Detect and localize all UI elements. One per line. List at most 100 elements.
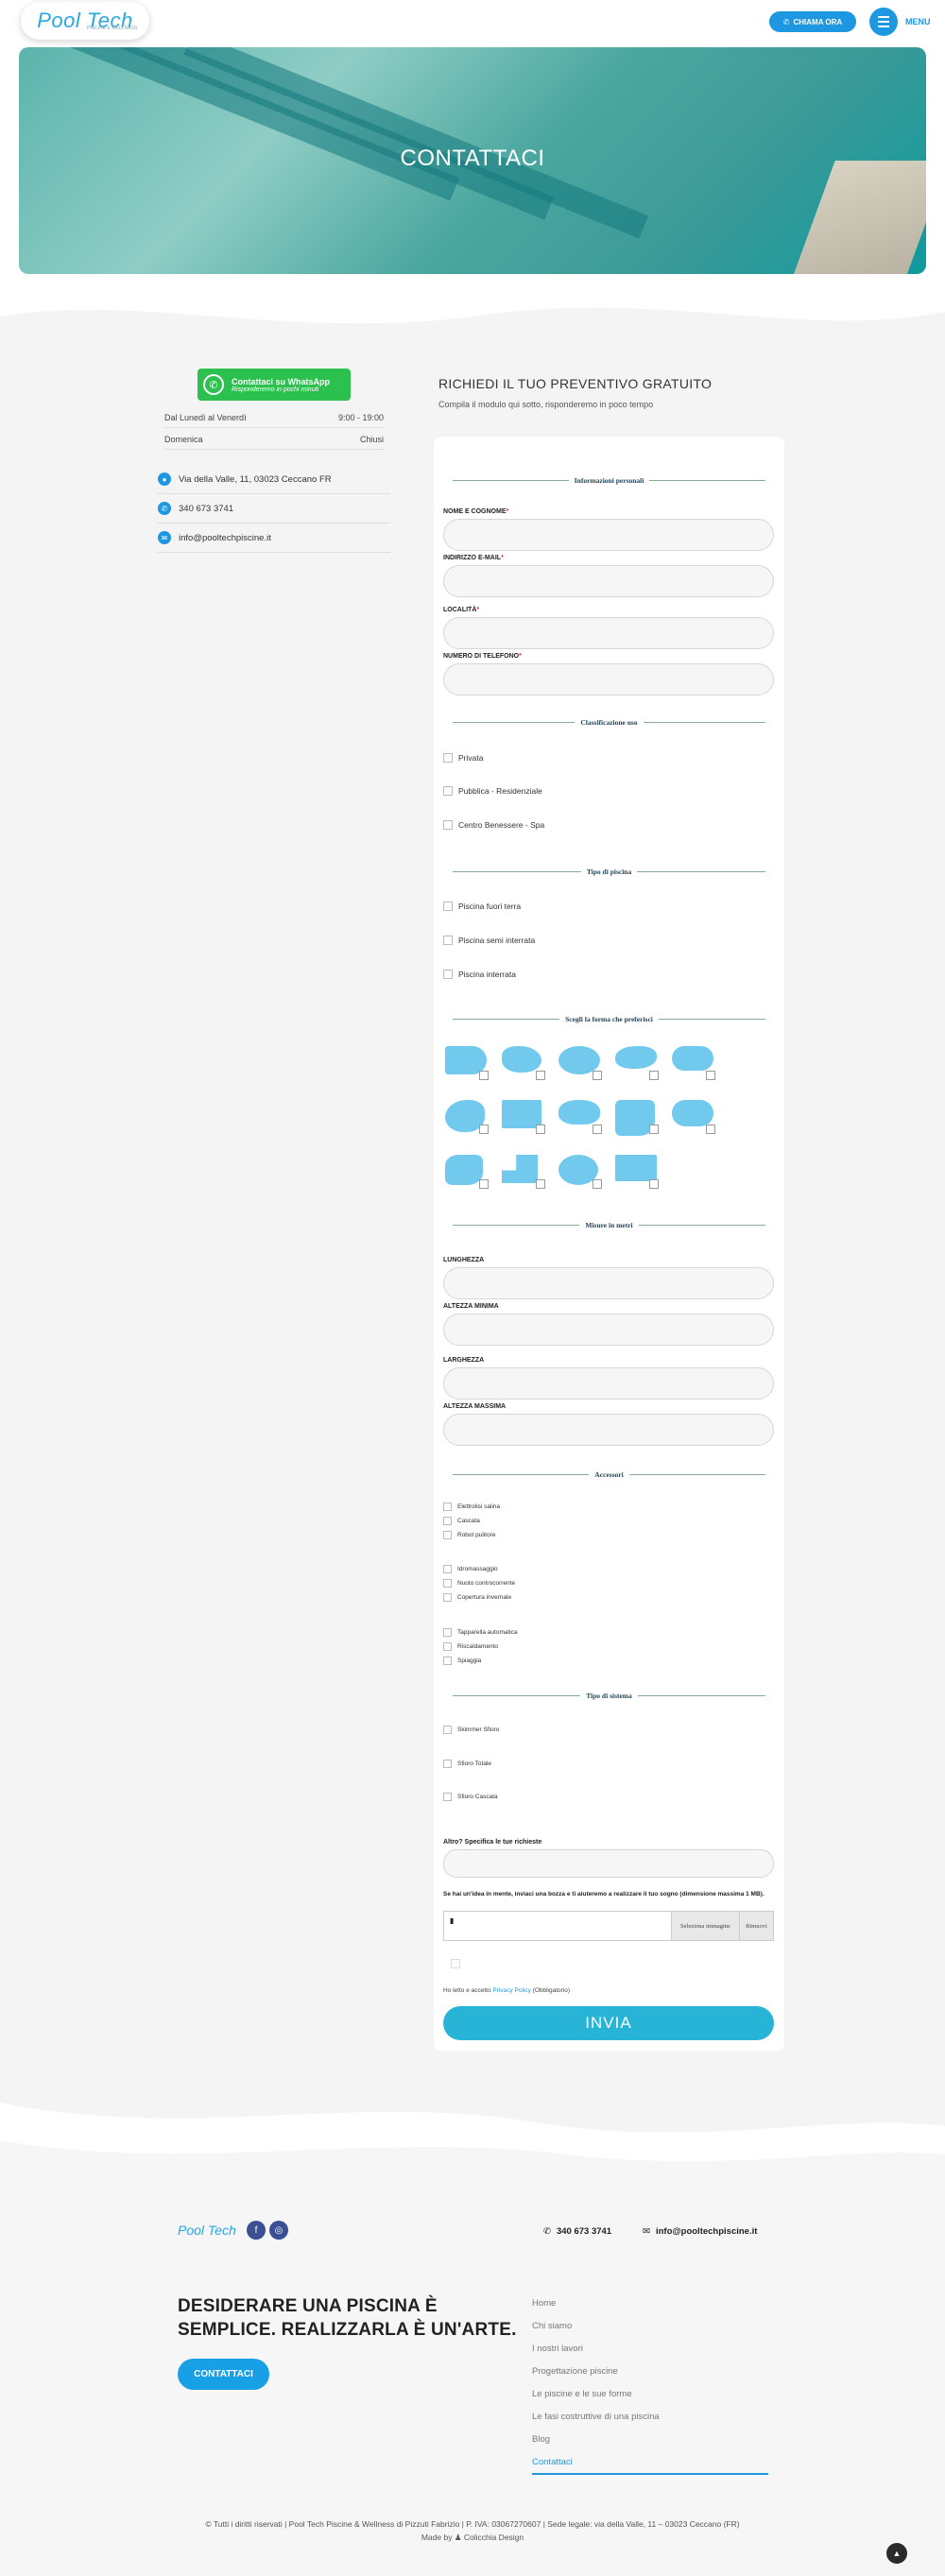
shape-option[interactable] (615, 1100, 659, 1136)
site-header: Pool Tech PISCINE & WELLNESS ✆ CHIAMA OR… (0, 0, 945, 45)
use-option[interactable]: Privata (443, 753, 483, 763)
footer-phone[interactable]: ✆ 340 673 3741 (543, 2226, 611, 2237)
use-option[interactable]: Pubblica - Residenziale (443, 786, 542, 796)
submit-button[interactable]: INVIA (443, 2006, 774, 2040)
back-to-top-icon[interactable]: ▲ (886, 2543, 907, 2564)
shape-option[interactable] (558, 1046, 602, 1080)
shape-option[interactable] (445, 1155, 489, 1189)
checkbox[interactable] (443, 820, 453, 830)
use-option[interactable]: Centro Benessere - Spa (443, 820, 544, 830)
shape-option[interactable] (615, 1046, 659, 1080)
checkbox[interactable] (443, 970, 453, 979)
shape-option[interactable] (672, 1100, 715, 1134)
checkbox[interactable] (443, 1642, 452, 1651)
checkbox[interactable] (443, 1579, 452, 1588)
whatsapp-button[interactable]: ✆ Contattaci su WhatsApp Risponderemo in… (198, 369, 351, 401)
shape-option[interactable] (502, 1100, 545, 1134)
footer-nav-home[interactable]: Home (532, 2298, 768, 2309)
page-title: CONTATTACI (400, 146, 545, 171)
system-option[interactable]: Skimmer Sfioro (443, 1726, 499, 1734)
name-input[interactable] (443, 519, 774, 551)
hours-time: Chiusi (359, 435, 384, 444)
privacy-label: Ho letto e accetto Privacy Policy (Obbli… (443, 1987, 571, 1994)
checkbox[interactable] (443, 1593, 452, 1602)
file-upload[interactable]: ▮ Seleziona immagine Rimuovi (443, 1911, 774, 1941)
accessory-option[interactable]: Riscaldamento (443, 1642, 498, 1651)
other-textarea[interactable] (443, 1849, 774, 1878)
remove-button[interactable]: Rimuovi (739, 1912, 773, 1940)
name-label: NOME E COGNOME* (443, 508, 509, 515)
phone-input[interactable] (443, 663, 774, 696)
section-personal: Informazioni personali (453, 476, 765, 485)
shape-option[interactable] (445, 1046, 489, 1080)
shape-option[interactable] (615, 1155, 659, 1189)
privacy-checkbox[interactable] (451, 1959, 460, 1968)
phone-row[interactable]: ✆ 340 673 3741 (158, 502, 390, 524)
checkbox[interactable] (443, 936, 453, 945)
site-logo[interactable]: Pool Tech PISCINE & WELLNESS (21, 2, 149, 40)
accessory-option[interactable]: Spiaggia (443, 1657, 481, 1665)
accessory-option[interactable]: Tapparella automatica (443, 1628, 518, 1637)
accessory-option[interactable]: Robot pulitore (443, 1531, 495, 1539)
shape-option[interactable] (445, 1100, 489, 1134)
checkbox[interactable] (443, 1657, 452, 1665)
shape-option[interactable] (672, 1046, 715, 1080)
privacy-policy-link[interactable]: Privacy Policy (492, 1987, 530, 1994)
email-input[interactable] (443, 565, 774, 597)
min-height-input[interactable] (443, 1314, 774, 1346)
system-option[interactable]: Sfioro Totale (443, 1760, 491, 1768)
footer-nav-blog[interactable]: Blog (532, 2434, 768, 2445)
type-option[interactable]: Piscina interrata (443, 970, 516, 979)
checkbox[interactable] (443, 1726, 452, 1734)
facebook-icon[interactable]: f (247, 2221, 266, 2240)
footer-email[interactable]: ✉ info@pooltechpiscine.it (643, 2226, 757, 2237)
call-now-button[interactable]: ✆ CHIAMA ORA (769, 11, 856, 32)
checkbox[interactable] (443, 786, 453, 796)
width-input[interactable] (443, 1367, 774, 1400)
checkbox[interactable] (443, 902, 453, 911)
footer-nav-works[interactable]: I nostri lavori (532, 2344, 768, 2354)
checkbox[interactable] (443, 753, 453, 763)
accessory-option[interactable]: Nuoto controcorrente (443, 1579, 515, 1588)
accessory-option[interactable]: Idromassaggio (443, 1565, 498, 1573)
checkbox[interactable] (443, 1565, 452, 1573)
made-by-link[interactable]: Colicchia Design (464, 2533, 524, 2542)
accessory-option[interactable]: Elettrolisi salina (443, 1503, 500, 1511)
shape-option[interactable] (558, 1155, 602, 1189)
footer-nav-about[interactable]: Chi siamo (532, 2321, 768, 2331)
type-option[interactable]: Piscina fuori terra (443, 902, 521, 911)
footer-logo[interactable]: Pool Tech (178, 2223, 236, 2238)
checkbox[interactable] (443, 1793, 452, 1801)
accessory-option[interactable]: Copertura invernale (443, 1593, 511, 1602)
site-footer: Pool Tech f ◎ ✆ 340 673 3741 ✉ info@poolte… (0, 2173, 945, 2576)
footer-nav-design[interactable]: Progettazione piscine (532, 2366, 768, 2377)
footer-nav-shapes[interactable]: Le piscine e le sue forme (532, 2389, 768, 2399)
menu-label[interactable]: MENU (905, 17, 931, 26)
system-option[interactable]: Sfioro Cascata (443, 1793, 498, 1801)
email-text[interactable]: info@pooltechpiscine.it (179, 533, 271, 543)
shape-option[interactable] (558, 1100, 602, 1134)
footer-nav-contact[interactable]: Contattaci (532, 2457, 768, 2475)
address-text: Via della Valle, 11, 03023 Ceccano FR (179, 473, 332, 485)
shape-option[interactable] (502, 1046, 545, 1080)
phone-text[interactable]: 340 673 3741 (179, 504, 233, 514)
instagram-icon[interactable]: ◎ (269, 2221, 288, 2240)
footer-contact-button[interactable]: CONTATTACI (178, 2359, 269, 2390)
checkbox[interactable] (443, 1531, 452, 1539)
checkbox[interactable] (443, 1503, 452, 1511)
max-height-input[interactable] (443, 1414, 774, 1446)
type-option[interactable]: Piscina semi interrata (443, 936, 535, 945)
checkbox[interactable] (443, 1628, 452, 1637)
shape-option[interactable] (502, 1155, 545, 1189)
hamburger-menu-icon[interactable] (869, 8, 898, 36)
footer-nav-phases[interactable]: Le fasi costruttive di una piscina (532, 2412, 768, 2422)
checkbox[interactable] (443, 1760, 452, 1768)
select-image-button[interactable]: Seleziona immagine (671, 1912, 739, 1940)
accessory-option[interactable]: Cascata (443, 1517, 480, 1525)
email-row[interactable]: ✉ info@pooltechpiscine.it (158, 531, 390, 553)
location-input[interactable] (443, 617, 774, 649)
checkbox[interactable] (451, 1959, 460, 1968)
checkbox[interactable] (443, 1517, 452, 1525)
hours-day: Dal Lunedì al Venerdì (164, 413, 247, 422)
length-input[interactable] (443, 1267, 774, 1299)
